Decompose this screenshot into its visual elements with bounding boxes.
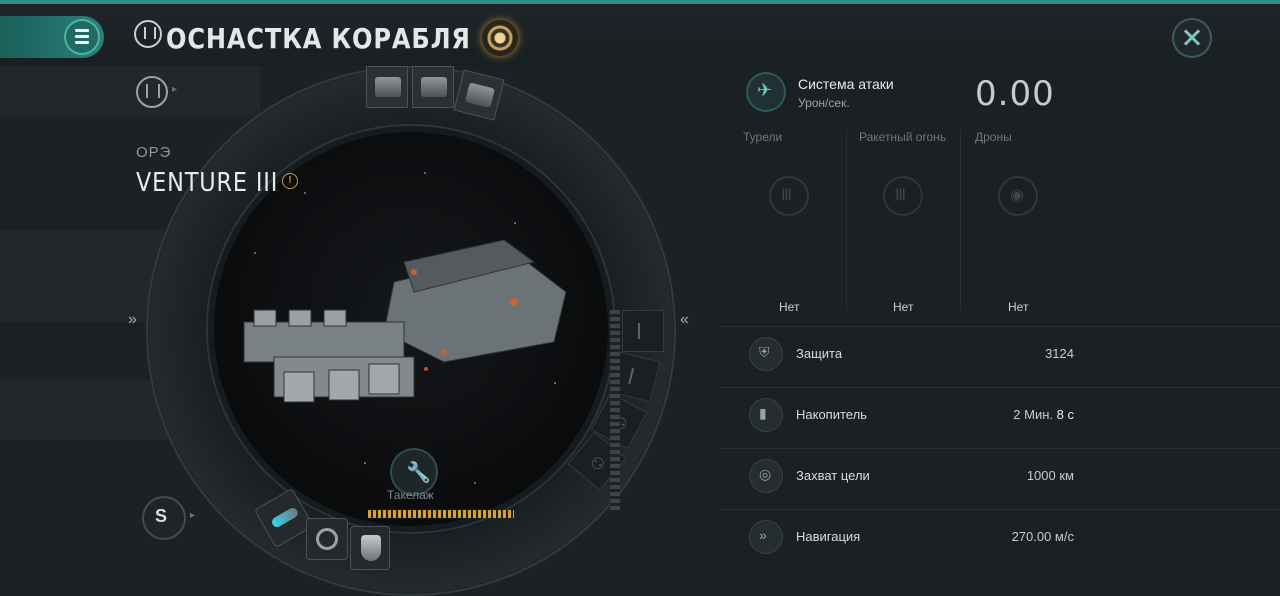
speed-icon: » [750,521,782,553]
wrench-icon: 🔧 [406,462,431,484]
turrets-value: Нет [779,300,800,314]
ship-name: VENTURE III [136,168,279,198]
menu-icon [64,19,100,55]
stat-label: Навигация [796,529,861,544]
capacitor-bar [368,510,514,518]
close-button[interactable] [1172,18,1212,58]
high-slot-1[interactable] [366,66,408,108]
stat-row-capacitor[interactable]: ▮ Накопитель 2 Мин. 8 с [720,387,1280,442]
stat-value: 270.00 м/с [1011,529,1074,544]
armor-plate-icon [361,535,381,561]
collapse-arrow-icon[interactable]: « [680,311,689,329]
low-slot-3[interactable] [350,526,390,570]
fitting-icon [134,20,162,48]
swap-icon: S [155,506,168,526]
stat-label: Накопитель [796,407,867,422]
mid-slot-empty-1[interactable] [622,310,664,352]
missiles-value: Нет [893,300,914,314]
ship-class: ОРЭ [136,144,172,161]
stat-row-targeting[interactable]: ◎ Захват цели 1000 км [720,448,1280,503]
turrets-label: Турели [743,130,783,144]
shield-icon: ⛨ [750,338,782,370]
battery-icon: ▮ [750,399,782,431]
header: ОСНАСТКА КОРАБЛЯ [0,4,1280,66]
chevron-right-icon: ▸ [172,84,178,95]
stat-label: Захват цели [796,468,870,483]
cpu-gauge [610,310,620,510]
attack-system-icon: ✈ [748,74,784,110]
low-slot-2[interactable] [306,518,348,560]
drone-icon: ◉ [998,176,1038,216]
missile-icon: Ⅲ [883,176,923,216]
stat-label: Защита [796,346,843,361]
shield-extender-icon [316,528,338,550]
attack-title: Система атаки [798,76,894,92]
page-title: ОСНАСТКА КОРАБЛЯ [166,22,471,55]
stat-value: 2 Мин. 8 с [1013,407,1074,422]
prev-ship-arrow-icon[interactable]: » [128,311,137,329]
stat-row-defense[interactable]: ⛨ Защита 3124 [720,326,1280,381]
switch-ship-button[interactable]: S [144,498,184,538]
rig-label: Такелаж [387,488,434,502]
afterburner-icon [270,506,300,529]
stat-row-navigation[interactable]: » Навигация 270.00 м/с [720,509,1280,564]
menu-button[interactable] [0,16,104,58]
chevron-right-icon: ▸ [190,510,196,521]
high-slot-2[interactable] [412,66,454,108]
ship-settings-icon[interactable] [136,76,168,108]
dps-value: 0.00 [975,74,1055,114]
attack-subtitle: Урон/сек. [798,96,850,110]
stat-value: 3124 [1045,346,1074,361]
turret-icon: Ⅲ [769,176,809,216]
drones-value: Нет [1008,300,1029,314]
mining-laser-icon [464,82,496,109]
stat-value: 1000 км [1026,468,1074,483]
missiles-label: Ракетный огонь [859,130,947,144]
warning-icon[interactable]: ! [282,173,298,189]
drones-label: Дроны [975,130,1012,144]
mining-laser-icon [375,77,401,97]
target-icon: ◎ [750,460,782,492]
mining-laser-icon [421,77,447,97]
neocom-orb-icon[interactable] [482,20,518,56]
